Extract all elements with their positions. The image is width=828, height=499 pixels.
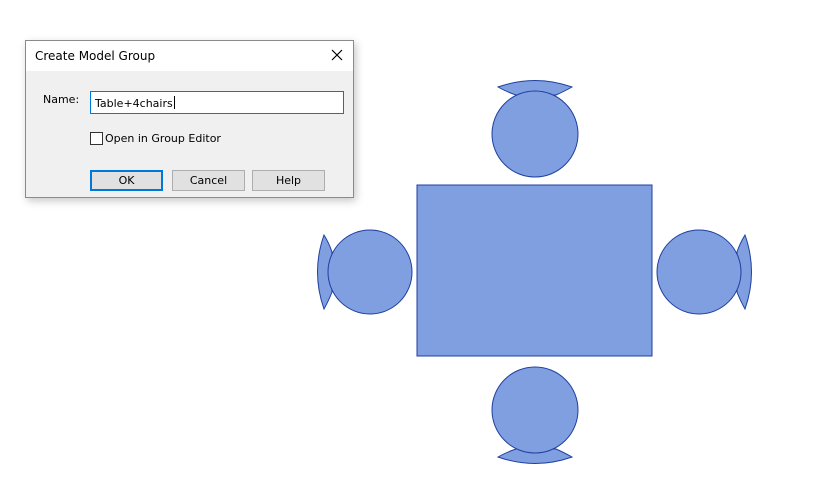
chair-bottom[interactable]	[491, 366, 579, 464]
dialog-titlebar[interactable]: Create Model Group	[26, 41, 353, 71]
table[interactable]	[416, 184, 653, 357]
ok-button[interactable]: OK	[90, 170, 163, 191]
create-model-group-dialog: Create Model Group Name: Table+4chairs O…	[25, 40, 354, 198]
name-input-value: Table+4chairs	[95, 96, 175, 110]
name-input[interactable]: Table+4chairs	[90, 91, 344, 114]
dialog-title: Create Model Group	[35, 49, 156, 63]
chair-right[interactable]	[656, 229, 752, 315]
cancel-button[interactable]: Cancel	[172, 170, 245, 191]
open-in-group-editor-label[interactable]: Open in Group Editor	[105, 132, 221, 145]
text-caret	[173, 96, 175, 109]
chair-left[interactable]	[317, 229, 413, 315]
close-icon	[331, 49, 343, 61]
name-label: Name:	[43, 93, 80, 106]
help-button[interactable]: Help	[252, 170, 325, 191]
open-in-group-editor-checkbox[interactable]	[90, 132, 103, 145]
close-button[interactable]	[321, 41, 353, 71]
chair-top[interactable]	[491, 80, 579, 178]
